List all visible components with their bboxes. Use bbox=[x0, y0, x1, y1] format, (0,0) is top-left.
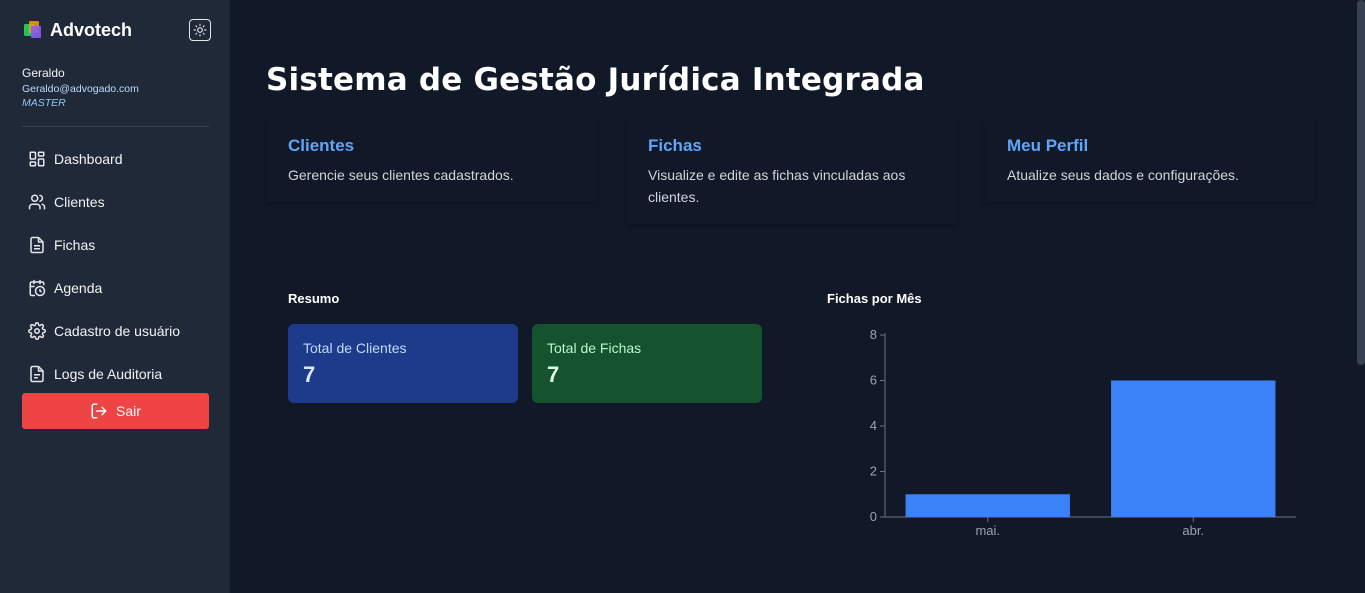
sidebar-item-logs-auditoria[interactable]: Logs de Auditoria bbox=[22, 352, 209, 395]
user-email: Geraldo@advogado.com bbox=[22, 83, 139, 95]
sidebar-item-label: Clientes bbox=[54, 193, 105, 210]
summary-title: Resumo bbox=[288, 291, 340, 306]
brand-row: Advotech bbox=[22, 17, 211, 43]
logout-label: Sair bbox=[116, 403, 141, 419]
y-tick-label: 2 bbox=[870, 464, 877, 479]
card-description: Atualize seus dados e configurações. bbox=[1007, 167, 1239, 183]
card-title: Clientes bbox=[288, 136, 355, 155]
sidebar-item-label: Agenda bbox=[54, 279, 103, 296]
sidebar-item-label: Fichas bbox=[54, 236, 96, 253]
scrollbar[interactable] bbox=[1357, 0, 1365, 365]
file-text-icon bbox=[30, 365, 44, 382]
theme-toggle-button[interactable] bbox=[189, 19, 211, 41]
brand-name: Advotech bbox=[50, 19, 133, 40]
x-tick-label: mai. bbox=[975, 523, 1000, 538]
card-description: Visualize e edite as fichas vinculadas a… bbox=[648, 167, 906, 205]
sidebar-item-agenda[interactable]: Agenda bbox=[22, 266, 209, 309]
card-clientes[interactable]: Clientes Gerencie seus clientes cadastra… bbox=[266, 120, 596, 202]
sidebar-item-fichas[interactable]: Fichas bbox=[22, 223, 209, 266]
brand-logo-icon bbox=[22, 21, 42, 39]
logout-icon bbox=[91, 403, 107, 419]
sidebar-item-dashboard[interactable]: Dashboard bbox=[22, 137, 209, 180]
sidebar-item-clientes[interactable]: Clientes bbox=[22, 180, 209, 223]
sidebar: Advotech Geraldo Geraldo@advogado.com MA… bbox=[0, 0, 230, 593]
y-tick-label: 4 bbox=[870, 418, 877, 433]
y-tick-label: 6 bbox=[870, 373, 877, 388]
stat-value: 7 bbox=[303, 362, 316, 387]
sidebar-item-cadastro-usuario[interactable]: Cadastro de usuário bbox=[22, 309, 209, 352]
sidebar-item-label: Dashboard bbox=[54, 150, 123, 167]
user-role: MASTER bbox=[22, 97, 66, 109]
x-tick-label: abr. bbox=[1182, 523, 1204, 538]
calendar-clock-icon bbox=[29, 279, 46, 296]
y-tick-label: 8 bbox=[870, 327, 877, 342]
stat-total-clientes: Total de Clientes 7 bbox=[288, 324, 518, 403]
stat-label: Total de Clientes bbox=[303, 340, 407, 356]
file-icon bbox=[30, 236, 44, 253]
sun-icon bbox=[193, 23, 207, 37]
card-title: Fichas bbox=[648, 136, 702, 155]
logout-button[interactable]: Sair bbox=[22, 393, 209, 429]
sidebar-item-label: Logs de Auditoria bbox=[54, 365, 163, 382]
dashboard-icon bbox=[29, 151, 45, 166]
user-name: Geraldo bbox=[22, 66, 65, 80]
card-fichas[interactable]: Fichas Visualize e edite as fichas vincu… bbox=[626, 120, 956, 224]
fichas-por-mes-chart: 0 2 4 6 8 mai. abr. bbox=[850, 320, 1310, 550]
gear-icon bbox=[28, 321, 46, 340]
page-title: Sistema de Gestão Jurídica Integrada bbox=[266, 62, 925, 98]
card-description: Gerencie seus clientes cadastrados. bbox=[288, 167, 514, 183]
stat-value: 7 bbox=[547, 362, 560, 387]
stat-label: Total de Fichas bbox=[547, 340, 642, 356]
y-tick-label: 0 bbox=[870, 509, 877, 524]
chart-title: Fichas por Mês bbox=[827, 291, 922, 306]
sidebar-divider bbox=[22, 126, 209, 127]
sidebar-nav: Dashboard Clientes Fichas Agenda Cadastr… bbox=[22, 137, 209, 395]
chart-bar bbox=[905, 494, 1070, 517]
users-icon bbox=[28, 194, 46, 209]
sidebar-item-label: Cadastro de usuário bbox=[54, 322, 181, 339]
brand[interactable]: Advotech bbox=[22, 20, 132, 41]
user-info: Geraldo Geraldo@advogado.com MASTER bbox=[22, 66, 139, 110]
card-title: Meu Perfil bbox=[1007, 136, 1089, 155]
card-meu-perfil[interactable]: Meu Perfil Atualize seus dados e configu… bbox=[985, 120, 1315, 202]
chart-bar bbox=[1111, 380, 1276, 517]
stat-total-fichas: Total de Fichas 7 bbox=[532, 324, 762, 403]
chart-svg: 0 2 4 6 8 mai. abr. bbox=[870, 327, 1296, 538]
